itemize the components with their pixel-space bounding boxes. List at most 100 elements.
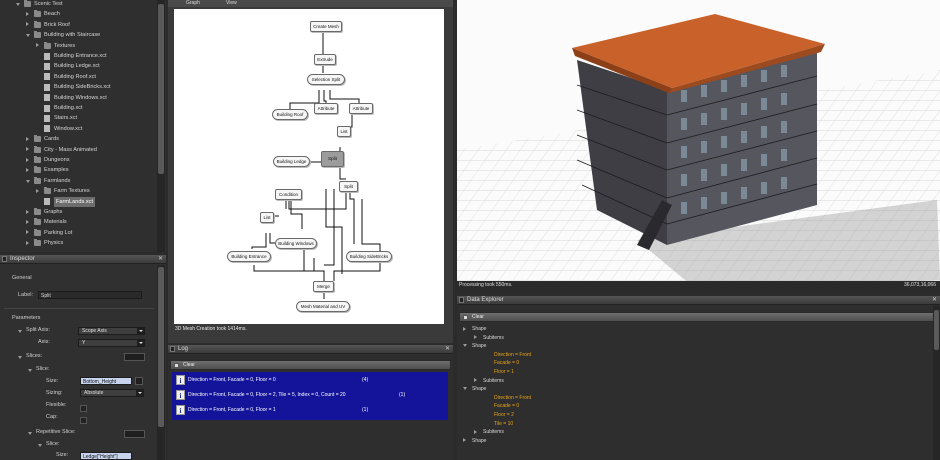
pin-icon[interactable]: [170, 346, 175, 352]
size-input[interactable]: Bottom_Height: [80, 377, 132, 385]
data-node-row[interactable]: Shape: [463, 437, 486, 445]
slices-add-button[interactable]: [124, 353, 145, 361]
expand-icon[interactable]: [463, 326, 466, 331]
expand-right-icon[interactable]: [26, 22, 29, 27]
graph-node-building-roof[interactable]: Building Roof: [272, 109, 308, 120]
close-icon[interactable]: ✕: [932, 296, 937, 305]
expand-down-icon[interactable]: [16, 3, 20, 6]
graph-node-split-selected[interactable]: Split: [321, 151, 344, 167]
split-axis-select[interactable]: Scope Axis: [78, 327, 145, 335]
tree-item[interactable]: Building.xct: [0, 103, 156, 113]
expand-icon[interactable]: [474, 378, 477, 383]
close-icon[interactable]: ✕: [158, 255, 163, 264]
close-icon[interactable]: ✕: [445, 345, 450, 354]
tree-item[interactable]: Examples: [0, 165, 156, 175]
scrollbar-thumb[interactable]: [158, 4, 164, 174]
graph-node-extrude[interactable]: Extrude: [314, 54, 336, 65]
tree-item[interactable]: Window.xct: [0, 124, 156, 134]
expand-icon[interactable]: [463, 438, 466, 443]
data-node-row[interactable]: Subitems: [474, 428, 504, 436]
graph-node-merge[interactable]: Merge: [313, 281, 334, 292]
viewport-panel[interactable]: Processing took 550ms. 36,073,16,066: [457, 0, 940, 290]
expand-right-icon[interactable]: [26, 167, 29, 172]
tree-item[interactable]: Stairs.xct: [0, 113, 156, 123]
repetitive-expand-icon[interactable]: [28, 432, 32, 435]
expand-icon[interactable]: [463, 386, 467, 390]
cap-checkbox[interactable]: [80, 417, 87, 424]
tree-item[interactable]: Materials: [0, 217, 156, 227]
scrollbar-thumb[interactable]: [934, 310, 939, 350]
expand-right-icon[interactable]: [26, 219, 29, 224]
expand-right-icon[interactable]: [26, 136, 29, 141]
tree-item[interactable]: Building Ledge.xct: [0, 61, 156, 71]
expand-right-icon[interactable]: [26, 157, 29, 162]
tree-item[interactable]: Farm Textures: [0, 186, 156, 196]
slice-expand-icon[interactable]: [28, 369, 32, 372]
tree-item[interactable]: Parking Lot: [0, 228, 156, 238]
graph-node-building-entrance[interactable]: Building Entrance: [227, 251, 271, 262]
expand-right-icon[interactable]: [36, 188, 39, 193]
log-row[interactable]: i Direction = Front, Facade = 0, Floor =…: [174, 373, 446, 387]
tree-item[interactable]: Building Roof.xct: [0, 72, 156, 82]
log-clear-button[interactable]: Clear: [170, 360, 451, 370]
graph-node-attribute-2[interactable]: Attribute: [349, 103, 373, 114]
graph-node-selection-split[interactable]: Selection Split: [307, 74, 345, 85]
pin-icon[interactable]: [2, 256, 7, 262]
size2-input[interactable]: Ledge["Height"]: [80, 452, 132, 460]
expand-right-icon[interactable]: [26, 230, 29, 235]
tree-item[interactable]: FarmLands.xct: [0, 196, 156, 207]
data-node-row[interactable]: Subitems: [474, 377, 504, 385]
tree-item[interactable]: Brick Roof: [0, 20, 156, 30]
expand-icon[interactable]: [463, 343, 467, 347]
expand-right-icon[interactable]: [36, 43, 39, 48]
log-row[interactable]: i Direction = Front, Facade = 0, Floor =…: [174, 403, 446, 417]
expand-down-icon[interactable]: [26, 179, 30, 183]
tree-item[interactable]: Beach: [0, 9, 156, 19]
graph-node-list-1[interactable]: List: [337, 126, 351, 137]
menu-view[interactable]: View: [226, 0, 237, 6]
split-axis-expand-icon[interactable]: [18, 330, 22, 333]
data-node-row[interactable]: Subitems: [474, 334, 504, 342]
tree-item[interactable]: Building Windows.xct: [0, 93, 156, 103]
tree-item[interactable]: City - Mass Animated: [0, 145, 156, 155]
slices-expand-icon[interactable]: [18, 356, 22, 359]
data-explorer-scrollbar[interactable]: [933, 306, 940, 460]
pin-icon[interactable]: [459, 297, 464, 303]
expand-right-icon[interactable]: [26, 209, 29, 214]
size-field-button[interactable]: [135, 377, 143, 385]
expand-down-icon[interactable]: [26, 34, 30, 38]
tree-item[interactable]: Graphs: [0, 207, 156, 217]
data-node-row[interactable]: Shape: [463, 385, 486, 393]
tree-item[interactable]: Farmlands: [0, 176, 156, 186]
graph-node-building-sidebricks[interactable]: Building SideBricks: [346, 251, 392, 262]
label-input[interactable]: Split: [38, 291, 142, 299]
expand-icon[interactable]: [474, 429, 477, 434]
tree-item[interactable]: Scenic Test: [0, 0, 156, 9]
graph-node-list-2[interactable]: List: [260, 212, 274, 223]
tree-item[interactable]: Building SideBricks.xct: [0, 82, 156, 92]
sizing-select[interactable]: Absolute: [80, 389, 144, 397]
axis-select[interactable]: Y: [78, 339, 145, 347]
tree-item[interactable]: Textures: [0, 41, 156, 51]
graph-node-split-2[interactable]: Split: [339, 181, 358, 192]
inspector-scrollbar[interactable]: [157, 265, 165, 460]
tree-item[interactable]: Dungeons: [0, 155, 156, 165]
graph-node-building-windows[interactable]: Building Windows: [275, 238, 317, 249]
file-tree-scrollbar[interactable]: [157, 0, 165, 252]
expand-right-icon[interactable]: [26, 240, 29, 245]
expand-icon[interactable]: [474, 335, 477, 340]
slice2-expand-icon[interactable]: [38, 444, 42, 447]
tree-item[interactable]: Cards: [0, 134, 156, 144]
graph-node-create-mesh[interactable]: Create Mesh: [310, 21, 342, 32]
log-row[interactable]: i Direction = Front, Facade = 0, Floor =…: [174, 388, 446, 402]
graph-node-attribute-1[interactable]: Attribute: [314, 103, 338, 114]
scrollbar-thumb[interactable]: [158, 267, 164, 427]
expand-right-icon[interactable]: [26, 147, 29, 152]
data-explorer-clear-button[interactable]: Clear: [459, 312, 934, 322]
flexible-checkbox[interactable]: [80, 405, 87, 412]
graph-node-condition[interactable]: Condition: [275, 189, 302, 200]
tree-item[interactable]: Physics: [0, 238, 156, 248]
data-node-row[interactable]: Shape: [463, 325, 486, 333]
graph-node-mesh-material[interactable]: Mesh Material and UV: [296, 301, 350, 312]
data-node-row[interactable]: Shape: [463, 342, 486, 350]
